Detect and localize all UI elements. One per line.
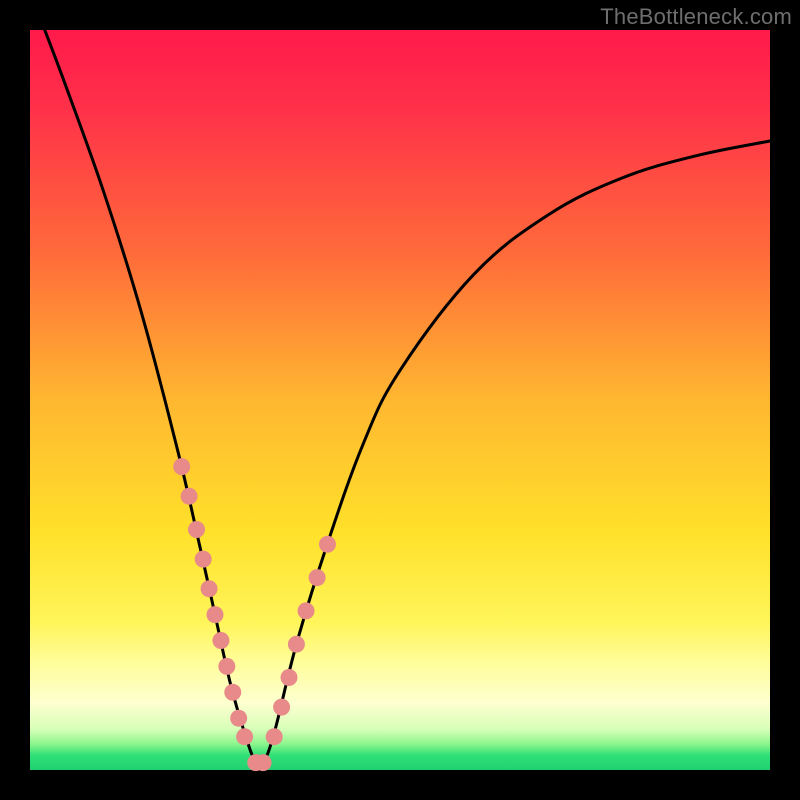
highlight-dot xyxy=(181,488,198,505)
chart-frame: TheBottleneck.com xyxy=(0,0,800,800)
watermark-text: TheBottleneck.com xyxy=(600,4,792,30)
highlight-dot xyxy=(173,458,190,475)
highlight-dot xyxy=(218,658,235,675)
highlight-dots-group xyxy=(173,458,336,771)
highlight-dot xyxy=(281,669,298,686)
highlight-dot xyxy=(188,521,205,538)
highlight-dot xyxy=(266,728,283,745)
highlight-dot xyxy=(288,636,305,653)
chart-svg xyxy=(30,30,770,770)
highlight-dot xyxy=(195,551,212,568)
highlight-dot xyxy=(224,684,241,701)
highlight-dot xyxy=(309,569,326,586)
highlight-dot xyxy=(236,728,253,745)
highlight-dot xyxy=(273,699,290,716)
highlight-dot xyxy=(319,536,336,553)
highlight-dot xyxy=(201,580,218,597)
highlight-dot xyxy=(212,632,229,649)
highlight-dot xyxy=(255,754,272,771)
highlight-dot xyxy=(230,710,247,727)
bottleneck-curve xyxy=(45,30,770,767)
highlight-dot xyxy=(298,602,315,619)
highlight-dot xyxy=(207,606,224,623)
plot-area xyxy=(30,30,770,770)
